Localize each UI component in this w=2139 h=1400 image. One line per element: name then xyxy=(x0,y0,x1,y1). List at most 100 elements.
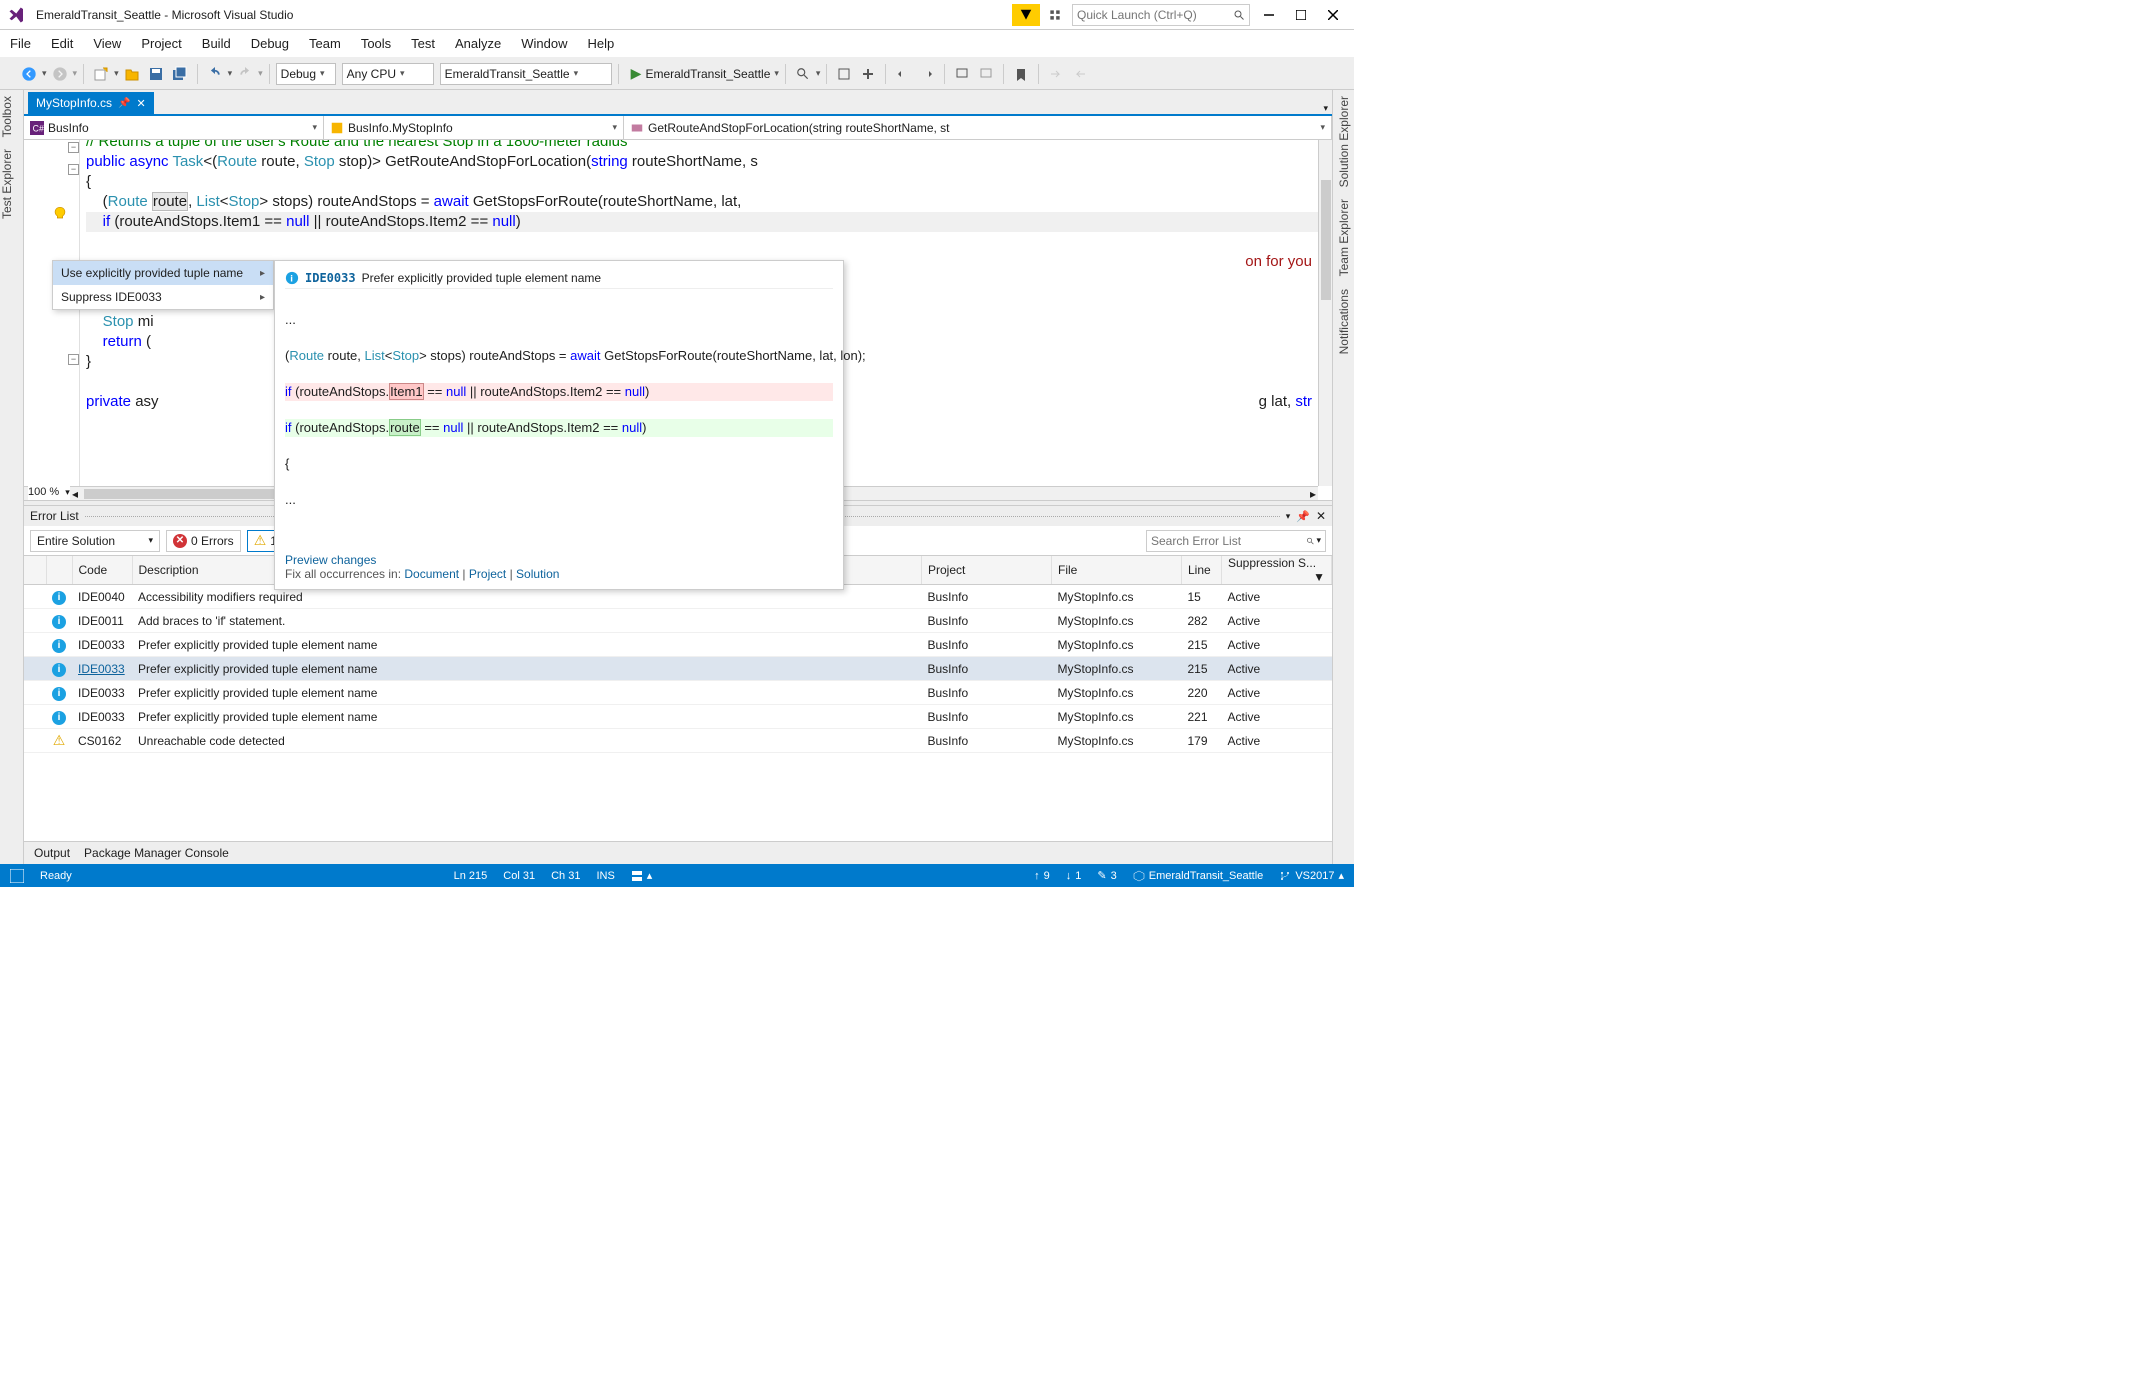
panel-pin-icon[interactable]: 📌 xyxy=(1296,510,1310,523)
notifications-button[interactable] xyxy=(1044,4,1066,26)
undo-button[interactable] xyxy=(204,63,226,85)
code-editor[interactable]: − − − // Returns a tuple of the user's R… xyxy=(24,140,1332,500)
fold-icon[interactable]: − xyxy=(68,142,79,153)
start-debug-icon[interactable]: ▶ xyxy=(631,65,642,82)
solution-explorer-tab[interactable]: Solution Explorer xyxy=(1337,96,1351,187)
nav-member-combo[interactable]: GetRouteAndStopForLocation(string routeS… xyxy=(624,116,1332,139)
fix-project-link[interactable]: Project xyxy=(469,567,506,581)
feedback-button[interactable] xyxy=(1012,4,1040,26)
fold-icon[interactable]: − xyxy=(68,164,79,175)
open-file-button[interactable] xyxy=(121,63,143,85)
status-git-down[interactable]: ↓ 1 xyxy=(1066,870,1082,882)
error-list-search-input[interactable] xyxy=(1151,534,1306,548)
errors-filter-button[interactable]: ✕0 Errors xyxy=(166,530,241,552)
toolbar-btn-d[interactable] xyxy=(1069,63,1091,85)
filter-icon[interactable]: ▼ xyxy=(1313,570,1325,584)
menu-bar: File Edit View Project Build Debug Team … xyxy=(0,30,1354,58)
save-button[interactable] xyxy=(145,63,167,85)
error-list-row[interactable]: iIDE0033Prefer explicitly provided tuple… xyxy=(24,705,1332,729)
status-branch[interactable]: VS2017 ▴ xyxy=(1279,869,1344,882)
code-fix-preview: i IDE0033 Prefer explicitly provided tup… xyxy=(274,260,844,590)
preview-changes-link[interactable]: Preview changes xyxy=(285,553,376,567)
fix-solution-link[interactable]: Solution xyxy=(516,567,559,581)
document-tab-well: MyStopInfo.cs 📌 ✕ ▾ xyxy=(24,90,1332,116)
error-list-search[interactable]: ▾ xyxy=(1146,530,1326,552)
lightbulb-icon[interactable] xyxy=(52,206,68,222)
nav-type-combo[interactable]: BusInfo.MyStopInfo▾ xyxy=(324,116,624,139)
nav-forward-button[interactable] xyxy=(49,63,71,85)
method-icon xyxy=(630,121,644,135)
error-list-row[interactable]: iIDE0011Add braces to 'if' statement.Bus… xyxy=(24,609,1332,633)
toolbox-tab[interactable]: Toolbox xyxy=(0,96,23,137)
error-list-row[interactable]: iIDE0033Prefer explicitly provided tuple… xyxy=(24,633,1332,657)
quick-launch-box[interactable] xyxy=(1072,4,1250,26)
bookmark-button[interactable] xyxy=(1010,63,1032,85)
menu-debug[interactable]: Debug xyxy=(251,36,289,51)
panel-dropdown-icon[interactable]: ▾ xyxy=(1286,511,1291,522)
close-button[interactable] xyxy=(1320,2,1346,28)
fix-document-link[interactable]: Document xyxy=(404,567,459,581)
menu-help[interactable]: Help xyxy=(588,36,615,51)
quick-launch-input[interactable] xyxy=(1077,8,1233,22)
tabs-overflow-icon[interactable]: ▾ xyxy=(1319,103,1332,114)
zoom-level[interactable]: 100 % ▾ xyxy=(28,484,70,500)
menu-view[interactable]: View xyxy=(93,36,121,51)
menu-test[interactable]: Test xyxy=(411,36,435,51)
toolbar-btn-b[interactable] xyxy=(857,63,879,85)
status-icon xyxy=(10,869,24,883)
platform-combo[interactable]: Any CPU▾ xyxy=(342,63,434,85)
menu-window[interactable]: Window xyxy=(521,36,567,51)
menu-team[interactable]: Team xyxy=(309,36,341,51)
menu-edit[interactable]: Edit xyxy=(51,36,73,51)
indent-button[interactable] xyxy=(916,63,938,85)
error-list-row[interactable]: iIDE0033Prefer explicitly provided tuple… xyxy=(24,681,1332,705)
save-all-button[interactable] xyxy=(169,63,191,85)
quick-action-use-tuple-name[interactable]: Use explicitly provided tuple name▸ xyxy=(53,261,273,285)
error-scope-combo[interactable]: Entire Solution▾ xyxy=(30,530,160,552)
package-manager-tab[interactable]: Package Manager Console xyxy=(84,846,229,860)
outdent-button[interactable] xyxy=(892,63,914,85)
find-in-files-button[interactable] xyxy=(792,63,814,85)
maximize-button[interactable] xyxy=(1288,2,1314,28)
menu-analyze[interactable]: Analyze xyxy=(455,36,501,51)
minimize-button[interactable] xyxy=(1256,2,1282,28)
document-tab[interactable]: MyStopInfo.cs 📌 ✕ xyxy=(28,92,154,114)
toolbar-btn-c[interactable] xyxy=(1045,63,1067,85)
status-git-up[interactable]: ↑ 9 xyxy=(1034,870,1050,882)
error-list-row[interactable]: ⚠CS0162Unreachable code detectedBusInfoM… xyxy=(24,729,1332,753)
comment-button[interactable] xyxy=(951,63,973,85)
output-tab[interactable]: Output xyxy=(34,846,70,860)
redo-button[interactable] xyxy=(234,63,256,85)
vertical-scrollbar[interactable] xyxy=(1318,140,1332,486)
fold-icon[interactable]: − xyxy=(68,354,79,365)
status-git-pending[interactable]: ✎ 3 xyxy=(1097,869,1116,882)
toolbar: ▾ ▾ ▾ ▾ ▾ Debug▾ Any CPU▾ EmeraldTransit… xyxy=(0,58,1354,90)
notifications-tab[interactable]: Notifications xyxy=(1337,289,1351,354)
status-server[interactable]: ▴ xyxy=(631,869,653,882)
toolbar-btn-a[interactable] xyxy=(833,63,855,85)
quick-action-suppress[interactable]: Suppress IDE0033▸ xyxy=(53,285,273,309)
error-list-grid[interactable]: Code Description Project File Line Suppr… xyxy=(24,556,1332,841)
menu-file[interactable]: File xyxy=(10,36,31,51)
config-combo[interactable]: Debug▾ xyxy=(276,63,336,85)
close-tab-icon[interactable]: ✕ xyxy=(136,97,145,110)
startup-project-combo[interactable]: EmeraldTransit_Seattle▾ xyxy=(440,63,612,85)
right-tool-rail: Solution Explorer Team Explorer Notifica… xyxy=(1332,90,1354,864)
uncomment-button[interactable] xyxy=(975,63,997,85)
nav-back-button[interactable] xyxy=(18,63,40,85)
new-project-button[interactable] xyxy=(90,63,112,85)
menu-tools[interactable]: Tools xyxy=(361,36,391,51)
test-explorer-tab[interactable]: Test Explorer xyxy=(0,149,23,219)
error-list-row[interactable]: iIDE0033Prefer explicitly provided tuple… xyxy=(24,657,1332,681)
nav-scope-combo[interactable]: C# BusInfo▾ xyxy=(24,116,324,139)
team-explorer-tab[interactable]: Team Explorer xyxy=(1337,199,1351,276)
pin-icon[interactable]: 📌 xyxy=(118,98,130,109)
class-icon xyxy=(330,121,344,135)
info-icon: i xyxy=(285,271,299,285)
status-repo[interactable]: EmeraldTransit_Seattle xyxy=(1133,870,1264,882)
start-debug-label[interactable]: EmeraldTransit_Seattle xyxy=(645,67,770,81)
status-ch: Ch 31 xyxy=(551,870,580,882)
panel-close-icon[interactable]: ✕ xyxy=(1316,509,1326,523)
menu-project[interactable]: Project xyxy=(141,36,181,51)
menu-build[interactable]: Build xyxy=(202,36,231,51)
